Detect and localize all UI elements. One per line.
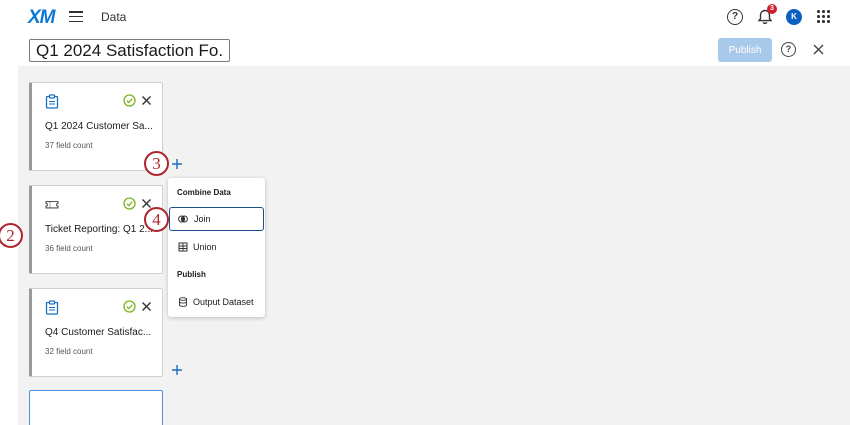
field-count: 32 field count [45, 347, 93, 356]
menu-item-output-dataset[interactable]: Output Dataset [169, 290, 264, 314]
add-operation-menu: Combine Data Join Union Publish Output D… [168, 178, 265, 317]
ticket-icon [45, 200, 59, 209]
remove-source-icon[interactable] [141, 95, 152, 106]
publish-button[interactable]: Publish [718, 38, 772, 62]
user-avatar[interactable]: K [786, 9, 802, 25]
help-icon[interactable]: ? [727, 9, 743, 25]
join-icon [178, 215, 188, 223]
menu-item-label: Union [193, 242, 217, 252]
field-count: 36 field count [45, 244, 93, 253]
dataset-title-input[interactable] [29, 39, 230, 62]
notification-count-badge: 3 [767, 4, 777, 14]
check-circle-icon [123, 197, 136, 210]
source-name: Ticket Reporting: Q1 2... [45, 224, 154, 235]
hamburger-menu-icon[interactable] [69, 11, 83, 23]
check-circle-icon [123, 94, 136, 107]
help-icon[interactable]: ? [781, 42, 796, 57]
page-section-title: Data [101, 10, 127, 24]
step-badge-4: 4 [144, 207, 169, 232]
check-circle-icon [123, 300, 136, 313]
menu-item-label: Output Dataset [193, 297, 254, 307]
menu-item-label: Join [194, 214, 211, 224]
combine-data-heading: Combine Data [177, 188, 231, 197]
remove-source-icon[interactable] [141, 301, 152, 312]
top-navigation-bar: XM Data ? 3 K [0, 0, 850, 34]
field-count: 37 field count [45, 141, 93, 150]
source-card[interactable]: Q4 Customer Satisfac... 32 field count [29, 288, 163, 377]
source-name: Q1 2024 Customer Sa... [45, 121, 153, 132]
app-grid-icon[interactable] [817, 10, 830, 23]
add-operation-plus-icon[interactable] [171, 364, 183, 376]
menu-item-union[interactable]: Union [169, 235, 264, 259]
source-card[interactable]: Ticket Reporting: Q1 2... 36 field count [29, 185, 163, 274]
menu-item-join[interactable]: Join [169, 207, 264, 231]
source-card[interactable]: Q1 2024 Customer Sa... 37 field count [29, 82, 163, 171]
publish-heading: Publish [177, 270, 206, 279]
source-name: Q4 Customer Satisfac... [45, 327, 152, 338]
add-source-card[interactable] [29, 390, 163, 425]
close-icon[interactable] [812, 43, 825, 56]
step-badge-3: 3 [144, 151, 169, 176]
clipboard-icon [45, 300, 59, 315]
xm-logo[interactable]: XM [28, 7, 55, 29]
database-icon [179, 297, 187, 307]
clipboard-icon [45, 94, 59, 109]
add-operation-plus-icon[interactable] [171, 158, 183, 170]
union-icon [178, 242, 188, 252]
